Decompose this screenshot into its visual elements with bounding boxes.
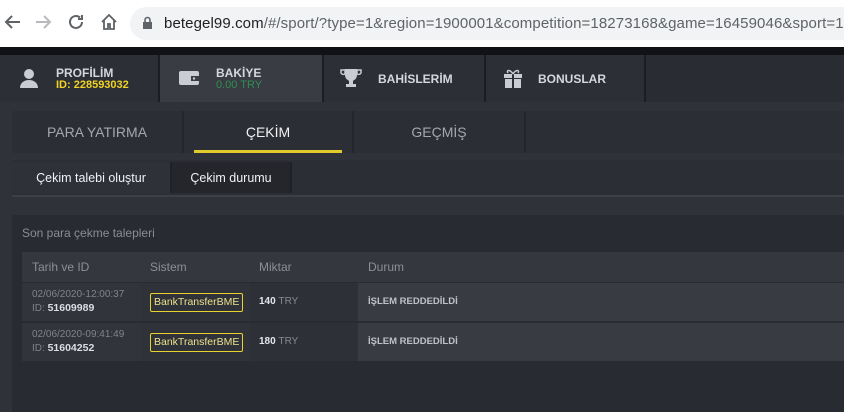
currency: TRY (278, 296, 299, 307)
home-icon (101, 13, 117, 30)
request-id-line: ID: 51604252 (32, 342, 94, 354)
reload-button[interactable] (63, 9, 89, 35)
amount-value: 180 (259, 336, 276, 347)
gift-icon (504, 69, 522, 88)
tab-my-bets[interactable]: BAHİSLERİM (324, 55, 486, 102)
amount: 180 TRY (259, 336, 298, 347)
request-id: 51609989 (47, 302, 95, 314)
request-date: 02/06/2020-09:41:49 (32, 329, 125, 340)
withdraw-status-label: Çekim durumu (190, 170, 272, 185)
active-tab-underline (194, 150, 342, 153)
amount: 140 TRY (259, 296, 298, 307)
browser-toolbar: betegel99.com/#/sport/?type=1&region=190… (0, 0, 844, 47)
tab-bonuses[interactable]: BONUSLAR (486, 55, 646, 102)
col-status: Durum (368, 260, 405, 274)
cell-date-id: 02/06/2020-12:00:37 ID: 51609989 (22, 283, 141, 321)
request-id: 51604252 (47, 342, 95, 354)
tab-my-bets-label: BAHİSLERİM (378, 72, 453, 86)
table-row: 02/06/2020-09:41:49 ID: 51604252 BankTra… (22, 323, 844, 361)
col-system: Sistem (150, 260, 187, 274)
col-date-id: Tarih ve ID (32, 260, 90, 274)
cell-system: BankTransferBME (141, 323, 250, 361)
status-text: İŞLEM REDDEDİLDİ (368, 336, 458, 347)
system-badge: BankTransferBME (150, 293, 244, 312)
arrow-right-icon (36, 15, 52, 29)
request-date: 02/06/2020-12:00:37 (32, 289, 125, 300)
withdraw-status-button[interactable]: Çekim durumu (172, 162, 290, 193)
table-row: 02/06/2020-12:00:37 ID: 51609989 BankTra… (22, 283, 844, 321)
sub-tabs: PARA YATIRMA ÇEKİM GEÇMİŞ (12, 111, 844, 153)
lock-icon (143, 16, 152, 29)
tab-history[interactable]: GEÇMİŞ (354, 111, 526, 153)
tab-bonuses-label: BONUSLAR (538, 72, 606, 86)
request-id-line: ID: 51609989 (32, 302, 94, 314)
currency: TRY (278, 336, 299, 347)
id-prefix: ID: (32, 343, 45, 354)
section-title: Son para çekme talepleri (22, 226, 155, 240)
status-text: İŞLEM REDDEDİLDİ (368, 296, 458, 307)
account-tabs: PROFİLİM ID: 228593032 BAKİYE 0.00 TRY B… (0, 55, 844, 102)
create-withdraw-request-button[interactable]: Çekim talebi oluştur (12, 162, 170, 193)
tab-history-label: GEÇMİŞ (411, 124, 467, 140)
url-text: betegel99.com/#/sport/?type=1&region=190… (164, 15, 844, 32)
id-prefix: ID: (32, 303, 45, 314)
wallet-icon (179, 71, 199, 85)
cell-system: BankTransferBME (141, 283, 250, 321)
tab-profile[interactable]: PROFİLİM ID: 228593032 (0, 55, 160, 102)
user-icon (20, 69, 38, 88)
page-top-strip (0, 47, 844, 55)
trophy-icon (340, 69, 362, 87)
tab-deposit[interactable]: PARA YATIRMA (12, 111, 184, 153)
tab-withdraw[interactable]: ÇEKİM (184, 111, 354, 153)
tab-balance[interactable]: BAKİYE 0.00 TRY (160, 55, 324, 102)
system-badge: BankTransferBME (150, 333, 244, 352)
cell-amount: 180 TRY (250, 323, 358, 361)
tab-withdraw-label: ÇEKİM (245, 124, 291, 140)
cell-date-id: 02/06/2020-09:41:49 ID: 51604252 (22, 323, 141, 361)
tab-balance-label: BAKİYE (216, 66, 262, 80)
create-withdraw-request-label: Çekim talebi oluştur (36, 170, 146, 185)
withdraw-sub-nav: Çekim talebi oluştur Çekim durumu (12, 160, 844, 197)
forward-button[interactable] (30, 9, 56, 35)
back-button[interactable] (0, 9, 26, 35)
cell-status: İŞLEM REDDEDİLDİ (358, 323, 844, 361)
arrow-left-icon (4, 15, 20, 29)
tab-deposit-label: PARA YATIRMA (46, 124, 148, 140)
tab-profile-label: PROFİLİM (56, 66, 114, 80)
col-amount: Miktar (259, 260, 292, 274)
pill-divider (290, 162, 292, 193)
table-header: Tarih ve ID Sistem Miktar Durum (22, 252, 844, 282)
balance-amount: 0.00 TRY (216, 79, 263, 91)
amount-value: 140 (259, 296, 276, 307)
cell-amount: 140 TRY (250, 283, 358, 321)
reload-icon (69, 14, 83, 29)
cell-status: İŞLEM REDDEDİLDİ (358, 283, 844, 321)
address-bar[interactable]: betegel99.com/#/sport/?type=1&region=190… (130, 7, 844, 40)
home-button[interactable] (96, 9, 122, 35)
profile-id: ID: 228593032 (56, 79, 129, 91)
